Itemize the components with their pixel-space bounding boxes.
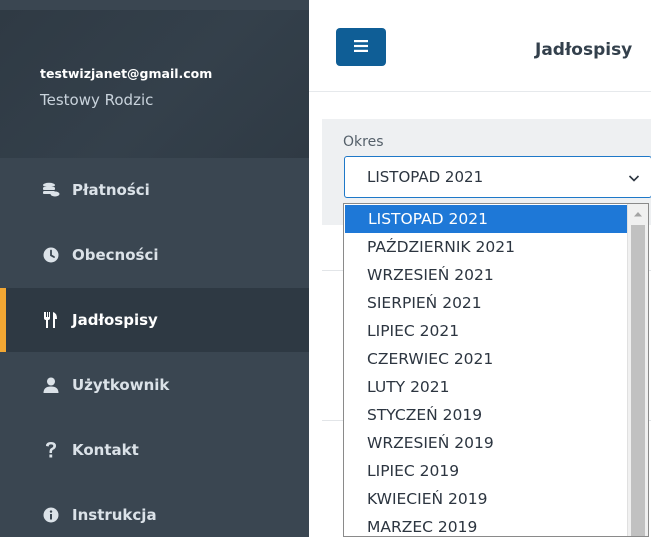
sidebar-item-instrukcja[interactable]: Instrukcja [0, 483, 309, 537]
dropdown-option[interactable]: WRZESIEŃ 2021 [344, 261, 628, 289]
dropdown-scrollbar[interactable] [627, 204, 648, 536]
sidebar: testwizjanet@gmail.com Testowy Rodzic Pł… [0, 0, 309, 537]
user-icon [42, 376, 60, 394]
sidebar-item-label: Użytkownik [72, 376, 170, 394]
sidebar-item-jadlospisy[interactable]: Jadłospisy [0, 288, 309, 352]
dropdown-option[interactable]: KWIECIEŃ 2019 [344, 485, 628, 513]
hamburger-icon [354, 39, 368, 55]
sidebar-item-obecnosci[interactable]: Obecności [0, 223, 309, 287]
dropdown-option[interactable]: MARZEC 2019 [344, 513, 628, 536]
period-label: Okres [343, 134, 384, 150]
page-title: Jadłospisy [535, 40, 633, 60]
coins-icon [42, 181, 60, 199]
dropdown-option[interactable]: STYCZEŃ 2019 [344, 401, 628, 429]
chevron-down-icon [627, 170, 641, 184]
dropdown-option[interactable]: LIPIEC 2021 [344, 317, 628, 345]
sidebar-item-uzytkownik[interactable]: Użytkownik [0, 353, 309, 417]
utensils-icon [42, 311, 60, 329]
dropdown-option[interactable]: PAŹDZIERNIK 2021 [344, 233, 628, 261]
question-icon [42, 441, 60, 459]
dropdown-option[interactable]: LISTOPAD 2021 [345, 205, 627, 233]
dropdown-option[interactable]: LUTY 2021 [344, 373, 628, 401]
sidebar-item-label: Instrukcja [72, 506, 157, 524]
user-name: Testowy Rodzic [40, 91, 154, 109]
user-profile-header [0, 10, 309, 158]
dropdown-option[interactable]: SIERPIEŃ 2021 [344, 289, 628, 317]
menu-toggle-button[interactable] [336, 28, 386, 66]
sidebar-item-label: Kontakt [72, 441, 139, 459]
info-icon [42, 506, 60, 524]
sidebar-item-kontakt[interactable]: Kontakt [0, 418, 309, 482]
dropdown-option[interactable]: WRZESIEŃ 2019 [344, 429, 628, 457]
sidebar-item-label: Jadłospisy [72, 311, 158, 329]
dropdown-option[interactable]: CZERWIEC 2021 [344, 345, 628, 373]
period-select-value: LISTOPAD 2021 [367, 168, 484, 186]
top-bar: Jadłospisy [309, 0, 651, 92]
dropdown-option[interactable]: LIPIEC 2019 [344, 457, 628, 485]
period-select[interactable]: LISTOPAD 2021 [344, 156, 651, 198]
clock-icon [42, 246, 60, 264]
sidebar-item-platnosci[interactable]: Płatności [0, 158, 309, 222]
period-dropdown-list[interactable]: LISTOPAD 2021 PAŹDZIERNIK 2021 WRZESIEŃ … [343, 203, 649, 537]
user-email: testwizjanet@gmail.com [40, 66, 213, 81]
scroll-up-arrow-icon[interactable] [628, 204, 648, 224]
sidebar-item-label: Płatności [72, 181, 150, 199]
scrollbar-thumb[interactable] [631, 225, 645, 536]
sidebar-item-label: Obecności [72, 246, 159, 264]
